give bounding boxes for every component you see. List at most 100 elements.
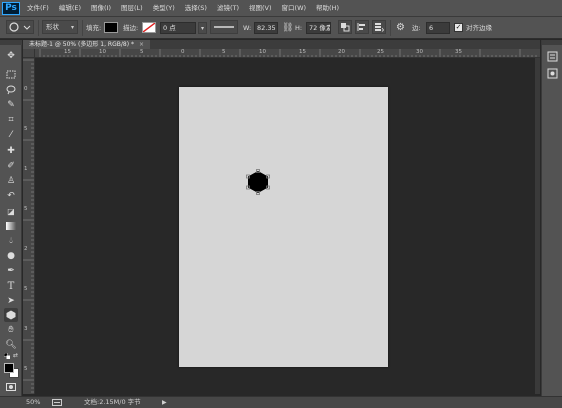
status-bar: 50% 文档:2.15M/0 字节 ▶ [0, 396, 562, 408]
path-selection-tool-button[interactable]: ➤ [4, 294, 18, 308]
status-arrow-icon[interactable]: ▶ [162, 397, 167, 408]
menu-select[interactable]: 选择(S) [180, 0, 212, 17]
menu-filter[interactable]: 滤镜(T) [212, 0, 244, 17]
stroke-color-swatch[interactable] [142, 22, 156, 33]
droplet-icon: 💧︎ [9, 236, 13, 246]
horizontal-ruler-ticks [39, 49, 537, 57]
sides-field[interactable]: 6 [426, 22, 450, 34]
ruler-label: 5 [222, 49, 226, 55]
menu-type[interactable]: 类型(Y) [148, 0, 180, 17]
stamp-icon: ♙ [6, 176, 16, 186]
gear-icon[interactable]: ⚙ [396, 20, 405, 36]
menu-window[interactable]: 窗口(W) [277, 0, 312, 17]
properties-panel-button[interactable] [546, 67, 559, 80]
marquee-tool-button[interactable] [4, 67, 18, 81]
ruler-label: 30 [416, 49, 423, 55]
height-field[interactable]: 72 像素 [306, 22, 331, 34]
ruler-label: 5 [140, 49, 144, 55]
options-separator [38, 20, 39, 36]
horizontal-ruler[interactable]: 15 10 5 0 5 10 15 20 25 30 35 [35, 49, 540, 58]
history-panel-icon [547, 51, 558, 62]
fill-label: 填充: [86, 24, 102, 32]
lasso-icon [6, 85, 16, 95]
path-operations-button[interactable] [338, 20, 352, 34]
ruler-label: 0 [181, 49, 185, 55]
stroke-width-dropdown[interactable]: ▾ [198, 22, 207, 34]
healing-brush-tool-button[interactable]: ✚ [4, 144, 18, 158]
fill-color-swatch[interactable] [104, 22, 118, 33]
close-icon[interactable]: × [139, 41, 144, 48]
chevron-down-icon: ▾ [200, 24, 204, 32]
path-arrangement-button[interactable] [372, 20, 386, 34]
marquee-icon [6, 70, 16, 78]
height-label: H: [295, 24, 303, 32]
document-size-info: 文档:2.15M/0 字节 [84, 398, 141, 406]
menu-file[interactable]: 文件(F) [22, 0, 54, 17]
default-colors-icon[interactable] [3, 352, 10, 359]
menu-edit[interactable]: 编辑(E) [54, 0, 86, 17]
menu-layer[interactable]: 图层(L) [116, 0, 148, 17]
shape-tool-button[interactable] [4, 308, 18, 322]
type-tool-button[interactable]: T [4, 279, 18, 293]
vertical-ruler-ticks [23, 59, 34, 393]
document-tab-bar: 未标题-1 @ 50% (多边形 1, RGB/8) * × [23, 40, 540, 49]
menu-image[interactable]: 图像(I) [86, 0, 116, 17]
tools-panel-header[interactable] [0, 40, 22, 45]
foreground-color-swatch[interactable] [4, 363, 14, 373]
clone-stamp-tool-button[interactable]: ♙ [4, 174, 18, 188]
eraser-tool-button[interactable]: ◪ [4, 204, 18, 218]
history-brush-tool-button[interactable]: ↶ [4, 189, 18, 203]
hexagon-shape[interactable] [244, 168, 272, 196]
quick-mask-button[interactable] [4, 380, 18, 394]
zoom-level[interactable]: 50% [26, 397, 40, 408]
ruler-label: 1 [24, 166, 28, 172]
options-separator [82, 20, 83, 36]
lasso-tool-button[interactable] [4, 83, 18, 97]
quick-mask-icon [6, 383, 16, 391]
document-tab[interactable]: 未标题-1 @ 50% (多边形 1, RGB/8) * × [23, 40, 150, 49]
hand-tool-button[interactable]: ✋︎ [4, 323, 18, 337]
quick-selection-icon: ✎ [7, 100, 15, 110]
dodge-tool-button[interactable]: ● [4, 249, 18, 263]
ruler-label: 5 [24, 206, 28, 212]
vertical-ruler[interactable]: 0 5 1 5 2 5 3 5 [23, 58, 35, 394]
crop-icon: ⌗ [8, 115, 14, 125]
zoom-icon: 🔍︎ [5, 340, 17, 350]
polygon-tool-icon [9, 22, 31, 32]
stroke-type-dropdown[interactable] [210, 20, 238, 34]
tool-mode-dropdown[interactable]: 形状 ▾ [42, 20, 78, 34]
zoom-tool-button[interactable]: 🔍︎ [4, 338, 18, 352]
eyedropper-icon: ⁄ [10, 130, 12, 140]
menu-help[interactable]: 帮助(H) [311, 0, 344, 17]
polygon-icon [6, 310, 16, 320]
blur-tool-button[interactable]: 💧︎ [4, 234, 18, 248]
history-brush-icon: ↶ [7, 191, 15, 201]
align-edges-checkbox[interactable]: ✓ [454, 23, 463, 32]
ruler-label: 0 [24, 86, 28, 92]
sides-label: 边: [412, 24, 421, 32]
gradient-tool-button[interactable] [4, 219, 18, 233]
width-field[interactable]: 82.35 [254, 22, 278, 34]
bandage-icon: ✚ [7, 146, 15, 156]
document-canvas[interactable] [179, 87, 388, 367]
quick-selection-tool-button[interactable]: ✎ [4, 98, 18, 112]
ruler-label: 5 [24, 286, 28, 292]
history-panel-button[interactable] [546, 50, 559, 63]
eyedropper-tool-button[interactable]: ⁄ [4, 128, 18, 142]
pen-tool-button[interactable]: ✒ [4, 264, 18, 278]
brush-tool-button[interactable]: ✐ [4, 159, 18, 173]
ruler-corner[interactable] [23, 49, 35, 58]
dock-header[interactable] [542, 40, 562, 45]
link-dimensions-icon[interactable]: ⛓ [282, 20, 293, 36]
swap-colors-icon[interactable]: ⇄ [13, 352, 18, 359]
menu-view[interactable]: 视图(V) [244, 0, 277, 17]
vertical-scrollbar[interactable] [535, 58, 540, 394]
canvas-pasteboard[interactable] [35, 58, 540, 394]
crop-tool-button[interactable]: ⌗ [4, 113, 18, 127]
status-menu-icon[interactable] [52, 399, 62, 408]
ruler-label: 10 [259, 49, 266, 55]
stroke-width-field[interactable]: 0 点 [160, 22, 196, 34]
path-alignment-button[interactable] [355, 20, 369, 34]
move-tool-button[interactable]: ✥ [4, 49, 18, 63]
tool-preset-picker[interactable] [6, 20, 34, 34]
